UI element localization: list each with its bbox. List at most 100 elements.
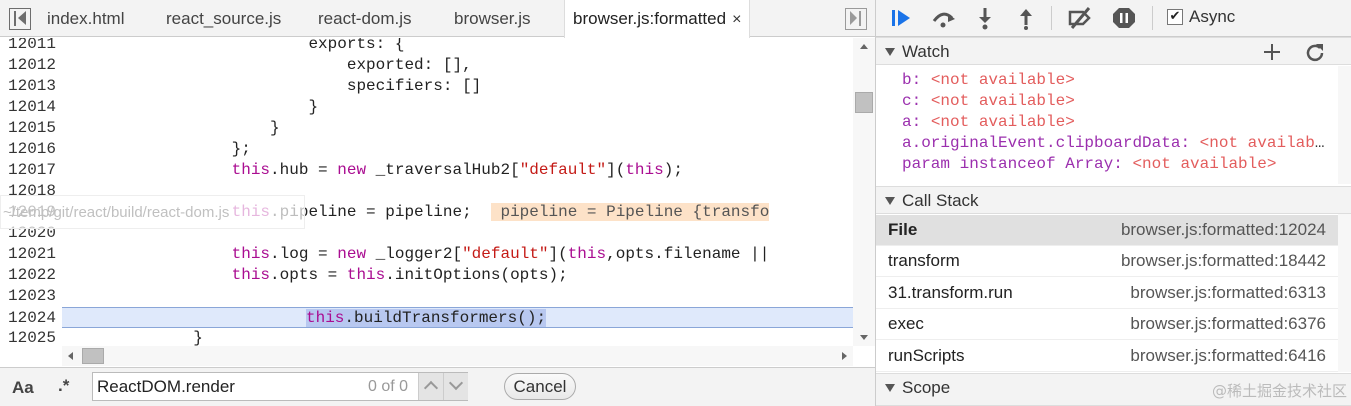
code-line[interactable]: 12023: [0, 286, 853, 307]
code-line[interactable]: 12011 exports: {: [0, 38, 853, 55]
code-line[interactable]: 12014 }: [0, 97, 853, 118]
pause-on-exceptions-icon[interactable]: [1111, 6, 1137, 30]
watch-item[interactable]: a: <not available>: [902, 112, 1327, 133]
call-frame[interactable]: File browser.js:formatted:12024: [876, 215, 1338, 246]
source-editor-panel: index.html react_source.js react-dom.js …: [0, 0, 875, 406]
call-frame[interactable]: transform browser.js:formatted:18442: [876, 246, 1338, 277]
close-tab-icon[interactable]: ×: [732, 11, 741, 28]
line-content: }: [78, 98, 319, 116]
code-line[interactable]: 12022 this.opts = this.initOptions(opts)…: [0, 265, 853, 286]
line-content: exports: {: [78, 38, 405, 53]
watch-pane-header[interactable]: Watch: [876, 37, 1351, 65]
code-line[interactable]: 12013 specifiers: []: [0, 76, 853, 97]
watch-item[interactable]: c: <not available>: [902, 91, 1327, 112]
call-frame-location[interactable]: browser.js:formatted:6376: [1130, 309, 1326, 339]
code-editor[interactable]: 12011 exports: {12012 exported: [], 12013…: [0, 38, 853, 346]
line-content: }: [78, 119, 280, 137]
call-frame[interactable]: runScripts browser.js:formatted:6416: [876, 341, 1338, 372]
scroll-thumb[interactable]: [855, 92, 873, 113]
call-frame-function: 31.transform.run: [888, 283, 1013, 302]
watch-value: <not available>: [1199, 134, 1327, 152]
scroll-up-icon[interactable]: [860, 44, 868, 49]
scroll-right-icon[interactable]: [842, 352, 847, 360]
watch-title: Watch: [902, 42, 950, 61]
line-number[interactable]: 12025: [0, 328, 56, 346]
horizontal-scrollbar[interactable]: [62, 346, 853, 366]
step-into-icon[interactable]: [972, 6, 998, 30]
call-stack-pane-header[interactable]: Call Stack: [876, 186, 1351, 214]
async-checkbox[interactable]: ✔: [1167, 9, 1183, 25]
tab-browser-js[interactable]: browser.js: [454, 0, 531, 37]
tab-react-source-js[interactable]: react_source.js: [166, 0, 281, 37]
line-number[interactable]: 12022: [0, 265, 56, 286]
line-number[interactable]: 12011: [0, 38, 56, 55]
watch-scrollbar[interactable]: [1338, 66, 1351, 184]
code-line-current[interactable]: 12024 this.buildTransformers();: [8, 307, 853, 328]
code-line[interactable]: 12017 this.hub = new _traversalHub2["def…: [0, 160, 853, 181]
toggle-debugger-icon[interactable]: [845, 8, 867, 30]
line-number[interactable]: 12024: [0, 308, 56, 329]
tab-label: browser.js:formatted: [573, 9, 727, 28]
code-line[interactable]: 12012 exported: [],: [0, 55, 853, 76]
call-frame[interactable]: exec browser.js:formatted:6376: [876, 309, 1338, 340]
expand-triangle-icon: [885, 384, 895, 392]
line-content: this.hub = new _traversalHub2["default"]…: [231, 161, 683, 179]
vertical-scrollbar[interactable]: [853, 38, 875, 346]
deactivate-breakpoints-icon[interactable]: [1067, 6, 1093, 30]
search-previous-button[interactable]: [418, 373, 443, 400]
line-number[interactable]: 12015: [0, 118, 56, 139]
watch-item[interactable]: a.originalEvent.clipboardData: <not avai…: [902, 133, 1327, 154]
scroll-thumb[interactable]: [82, 348, 104, 364]
expand-triangle-icon: [885, 48, 895, 56]
line-content: specifiers: []: [78, 77, 482, 95]
chevron-up-icon: [423, 380, 439, 396]
toolbar-divider: [1152, 6, 1153, 30]
toggle-navigator-icon[interactable]: [9, 8, 31, 30]
search-input[interactable]: [97, 375, 357, 399]
step-out-icon[interactable]: [1013, 6, 1039, 30]
watch-item[interactable]: b: <not available>: [902, 70, 1327, 91]
editor-tab-bar: index.html react_source.js react-dom.js …: [0, 0, 875, 38]
line-content: exported: [],: [78, 56, 472, 74]
line-number[interactable]: 12012: [0, 55, 56, 76]
call-frame-location[interactable]: browser.js:formatted:6416: [1130, 341, 1326, 371]
line-number[interactable]: 12016: [0, 139, 56, 160]
resume-icon[interactable]: [888, 6, 914, 30]
expand-triangle-icon: [885, 197, 895, 205]
match-case-toggle[interactable]: Aa: [12, 378, 34, 398]
line-number[interactable]: 12017: [0, 160, 56, 181]
line-number[interactable]: 12013: [0, 76, 56, 97]
debugger-toolbar: ✔ Async: [876, 0, 1351, 37]
tab-react-dom-js[interactable]: react-dom.js: [318, 0, 412, 37]
call-frame-location[interactable]: browser.js:formatted:6313: [1130, 278, 1326, 308]
call-stack-scrollbar[interactable]: [1338, 214, 1351, 372]
line-content: }: [78, 329, 203, 346]
watch-item[interactable]: param instanceof Array: <not available>: [902, 154, 1327, 175]
call-frame-location[interactable]: browser.js:formatted:12024: [1121, 215, 1326, 245]
line-number[interactable]: 12014: [0, 97, 56, 118]
toolbar-divider: [1051, 6, 1052, 30]
code-line[interactable]: 12016 };: [0, 139, 853, 160]
add-watch-icon[interactable]: [1263, 43, 1281, 61]
cancel-search-button[interactable]: Cancel: [504, 373, 576, 400]
code-line[interactable]: 12015 }: [0, 118, 853, 139]
tab-index-html[interactable]: index.html: [47, 0, 124, 37]
search-next-button[interactable]: [443, 373, 468, 400]
line-number[interactable]: 12021: [0, 244, 56, 265]
regex-toggle[interactable]: .*: [58, 376, 69, 396]
debugger-sidebar: ✔ Async Watch b: <not available> c: <not…: [875, 0, 1351, 406]
call-frame-function: File: [888, 220, 918, 239]
tab-browser-js-formatted[interactable]: browser.js:formatted ×: [564, 0, 751, 38]
search-match-count: 0 of 0: [368, 378, 409, 395]
scroll-left-icon[interactable]: [68, 352, 73, 360]
code-line[interactable]: 12021 this.log = new _logger2["default"]…: [0, 244, 853, 265]
line-content: this.log = new _logger2["default"](this,…: [231, 245, 770, 263]
line-number[interactable]: 12023: [0, 286, 56, 307]
code-line[interactable]: 12025 }: [0, 328, 853, 346]
scroll-down-icon[interactable]: [860, 335, 868, 340]
step-over-icon[interactable]: [930, 6, 956, 30]
refresh-icon[interactable]: [1305, 42, 1325, 62]
call-frame[interactable]: 31.transform.run browser.js:formatted:63…: [876, 278, 1338, 309]
call-frame-location[interactable]: browser.js:formatted:18442: [1121, 246, 1326, 276]
watch-value: <not available>: [930, 71, 1075, 89]
